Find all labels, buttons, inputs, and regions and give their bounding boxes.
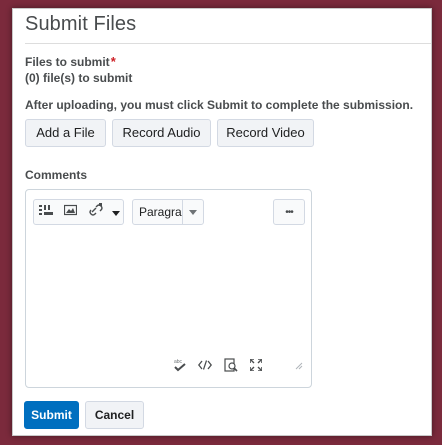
submit-button[interactable]: Submit bbox=[24, 401, 79, 429]
paragraph-format-select[interactable]: Paragra bbox=[132, 199, 204, 225]
title-divider bbox=[25, 43, 431, 44]
record-audio-button[interactable]: Record Audio bbox=[112, 119, 211, 147]
more-options-icon: ••• bbox=[285, 206, 293, 218]
dropdown-arrow-icon bbox=[111, 203, 120, 221]
spellcheck-icon[interactable]: abc bbox=[172, 357, 188, 373]
add-file-button[interactable]: Add a File bbox=[25, 119, 106, 147]
fullscreen-icon[interactable] bbox=[248, 357, 264, 373]
comments-editor[interactable]: Paragra ••• abc bbox=[25, 189, 312, 388]
submit-files-dialog: Submit Files Files to submit* (0) file(s… bbox=[12, 8, 432, 436]
dialog-title: Submit Files bbox=[25, 13, 137, 35]
preview-icon[interactable] bbox=[223, 357, 239, 373]
comments-label: Comments bbox=[25, 168, 88, 182]
source-code-icon[interactable] bbox=[197, 357, 213, 373]
files-to-submit-label: Files to submit* bbox=[25, 54, 116, 69]
submission-instruction: After uploading, you must click Submit t… bbox=[25, 98, 414, 112]
insert-stuff-icon bbox=[39, 203, 53, 221]
svg-text:abc: abc bbox=[174, 359, 183, 365]
files-to-submit-text: Files to submit bbox=[25, 55, 110, 69]
insert-image-icon bbox=[63, 203, 78, 221]
insert-link-button[interactable] bbox=[83, 199, 109, 225]
link-dropdown-button[interactable] bbox=[108, 199, 124, 225]
required-marker: * bbox=[110, 54, 116, 69]
file-count-text: (0) file(s) to submit bbox=[25, 71, 133, 85]
cancel-button[interactable]: Cancel bbox=[85, 401, 144, 429]
paragraph-format-value: Paragra bbox=[139, 205, 182, 219]
more-options-button[interactable]: ••• bbox=[273, 199, 305, 225]
resize-handle-icon[interactable] bbox=[294, 361, 304, 371]
insert-link-icon bbox=[88, 202, 103, 222]
insert-image-button[interactable] bbox=[58, 199, 84, 225]
paragraph-dropdown-icon bbox=[182, 200, 197, 224]
record-video-button[interactable]: Record Video bbox=[217, 119, 314, 147]
insert-stuff-button[interactable] bbox=[33, 199, 59, 225]
